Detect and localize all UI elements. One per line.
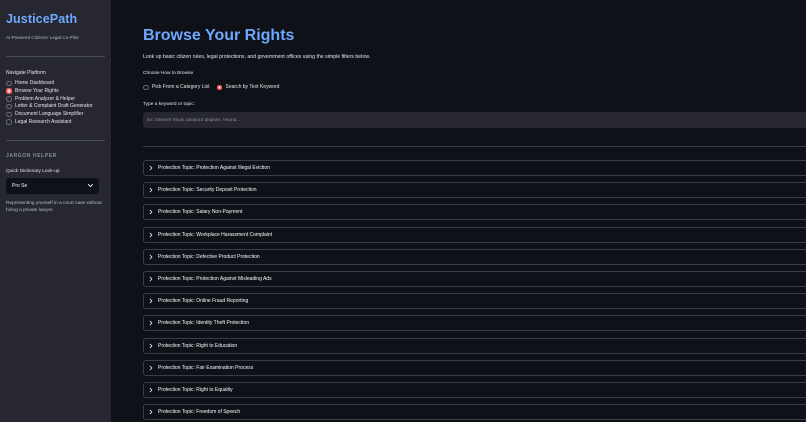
nav-radio-group: Home Dashboard Browse Your Rights Problem … [6, 80, 105, 126]
page-title: Browse Your Rights [143, 27, 295, 44]
main-content: Browse Your Rights Look up basic citizen… [143, 0, 806, 422]
radio-option-label: Home Dashboard [15, 80, 55, 86]
topic-expander-label: Protection Topic: Defective Product Prot… [158, 253, 260, 260]
radio-option-label: Problem Analyzer & Helper [15, 95, 76, 102]
topic-expander[interactable]: Protection Topic: Security Deposit Prote… [143, 182, 806, 199]
topic-expander[interactable]: Protection Topic: Fair Examination Proce… [143, 359, 806, 376]
topic-expander-list: Protection Topic: Protection Against Ill… [143, 160, 806, 422]
chevron-right-icon [149, 187, 153, 193]
browse-mode-radio-group: Pick From a Category List Search by Text … [143, 84, 286, 91]
topic-expander-label: Protection Topic: Right to Equality [158, 386, 233, 393]
radio-option-label: Browse Your Rights [15, 87, 59, 94]
radio-unselected-icon [6, 80, 12, 86]
topic-expander[interactable]: Protection Topic: Salary Non-Payment [143, 204, 806, 221]
radio-option-label: Letter & Complaint Draft Generator [15, 103, 93, 110]
chevron-right-icon [149, 210, 153, 215]
jargon-helper-heading: JARGON HELPER [6, 152, 57, 159]
sidebar: JusticePath AI-Powered Citizens' Legal C… [0, 0, 111, 422]
browse-mode-label: Choose How to Browse [143, 71, 194, 76]
topic-expander[interactable]: Protection Topic: Right to Education [143, 337, 806, 354]
radio-option-label: Document Language Simplifier [15, 111, 84, 118]
radio-option-nav-home-dashboard[interactable]: Home Dashboard [6, 80, 105, 87]
radio-unselected-icon [6, 103, 12, 110]
chevron-right-icon [149, 276, 153, 282]
page-subtitle: Look up basic citizen rules, legal prote… [143, 54, 371, 60]
chevron-right-icon [149, 409, 153, 415]
topic-expander-label: Protection Topic: Protection Against Mis… [158, 275, 272, 282]
topic-expander-label: Protection Topic: Protection Against Ill… [158, 165, 270, 171]
topic-expander[interactable]: Protection Topic: Identity Theft Protect… [143, 315, 806, 332]
radio-option-label: Pick From a Category List [152, 84, 210, 90]
radio-unselected-icon [6, 96, 12, 102]
keyword-search-input[interactable] [143, 112, 806, 128]
topic-expander[interactable]: Protection Topic: Right to Equality [143, 381, 806, 398]
topic-expander[interactable]: Protection Topic: Online Fraud Reporting [143, 293, 806, 310]
chevron-right-icon [149, 387, 153, 393]
keyword-label: Type a keyword or topic: [143, 102, 195, 107]
chevron-right-icon [149, 321, 153, 326]
dictionary-definition: Representing yourself in a court case wi… [6, 200, 102, 214]
topic-expander-label: Protection Topic: Salary Non-Payment [158, 209, 243, 216]
chevron-right-icon [149, 298, 153, 304]
chevron-right-icon [149, 254, 153, 259]
brand-title: JusticePath [6, 12, 78, 26]
chevron-right-icon [149, 365, 153, 370]
radio-selected-icon [216, 84, 223, 91]
radio-option-nav-legal-research-assistant[interactable]: Legal Research Assistant [6, 119, 105, 126]
radio-option-label: Legal Research Assistant [15, 118, 72, 125]
radio-option-browse-search-by-text-keyword[interactable]: Search by Text Keyword [216, 84, 280, 91]
radio-selected-icon [6, 88, 12, 94]
topic-expander[interactable]: Protection Topic: Workplace Harassment C… [143, 226, 806, 243]
topic-expander-label: Protection Topic: Identity Theft Protect… [158, 320, 249, 327]
brand-tagline: AI-Powered Citizens' Legal Co-Pilot [6, 35, 79, 40]
dictionary-label: Quick Dictionary Look-up [6, 168, 60, 174]
chevron-down-icon [87, 183, 94, 188]
chevron-right-icon [149, 232, 153, 237]
nav-label: Navigate Platform [6, 70, 46, 76]
dictionary-selected-value: Pro Se [12, 182, 28, 189]
topic-expander-label: Protection Topic: Freedom of Speech [158, 409, 241, 416]
radio-unselected-icon [6, 119, 12, 125]
topic-expander-label: Protection Topic: Workplace Harassment C… [158, 231, 273, 238]
radio-option-nav-letter-complaint-draft-generator[interactable]: Letter & Complaint Draft Generator [6, 103, 105, 110]
topic-expander[interactable]: Protection Topic: Defective Product Prot… [143, 248, 806, 265]
radio-option-browse-pick-from-a-category-list[interactable]: Pick From a Category List [143, 84, 210, 91]
topic-expander[interactable]: Protection Topic: Freedom of Speech [143, 404, 806, 421]
radio-option-nav-document-language-simplifier[interactable]: Document Language Simplifier [6, 111, 105, 118]
topic-expander[interactable]: Protection Topic: Protection Against Ill… [143, 160, 806, 176]
topic-expander[interactable]: Protection Topic: Protection Against Mis… [143, 270, 806, 287]
radio-unselected-icon [143, 84, 149, 91]
topic-expander-label: Protection Topic: Security Deposit Prote… [158, 187, 257, 194]
radio-option-nav-browse-your-rights[interactable]: Browse Your Rights [6, 88, 105, 95]
dictionary-select[interactable]: Pro Se [6, 177, 99, 194]
radio-option-nav-problem-analyzer-helper[interactable]: Problem Analyzer & Helper [6, 96, 105, 103]
radio-unselected-icon [6, 111, 12, 118]
chevron-right-icon [149, 343, 153, 348]
chevron-right-icon [149, 165, 153, 171]
content-divider [143, 146, 806, 147]
topic-expander-label: Protection Topic: Online Fraud Reporting [158, 298, 249, 305]
sidebar-divider [6, 56, 105, 57]
topic-expander-label: Protection Topic: Fair Examination Proce… [158, 364, 254, 371]
radio-option-label: Search by Text Keyword [225, 84, 280, 90]
topic-expander-label: Protection Topic: Right to Education [158, 342, 238, 349]
sidebar-divider [6, 139, 105, 141]
